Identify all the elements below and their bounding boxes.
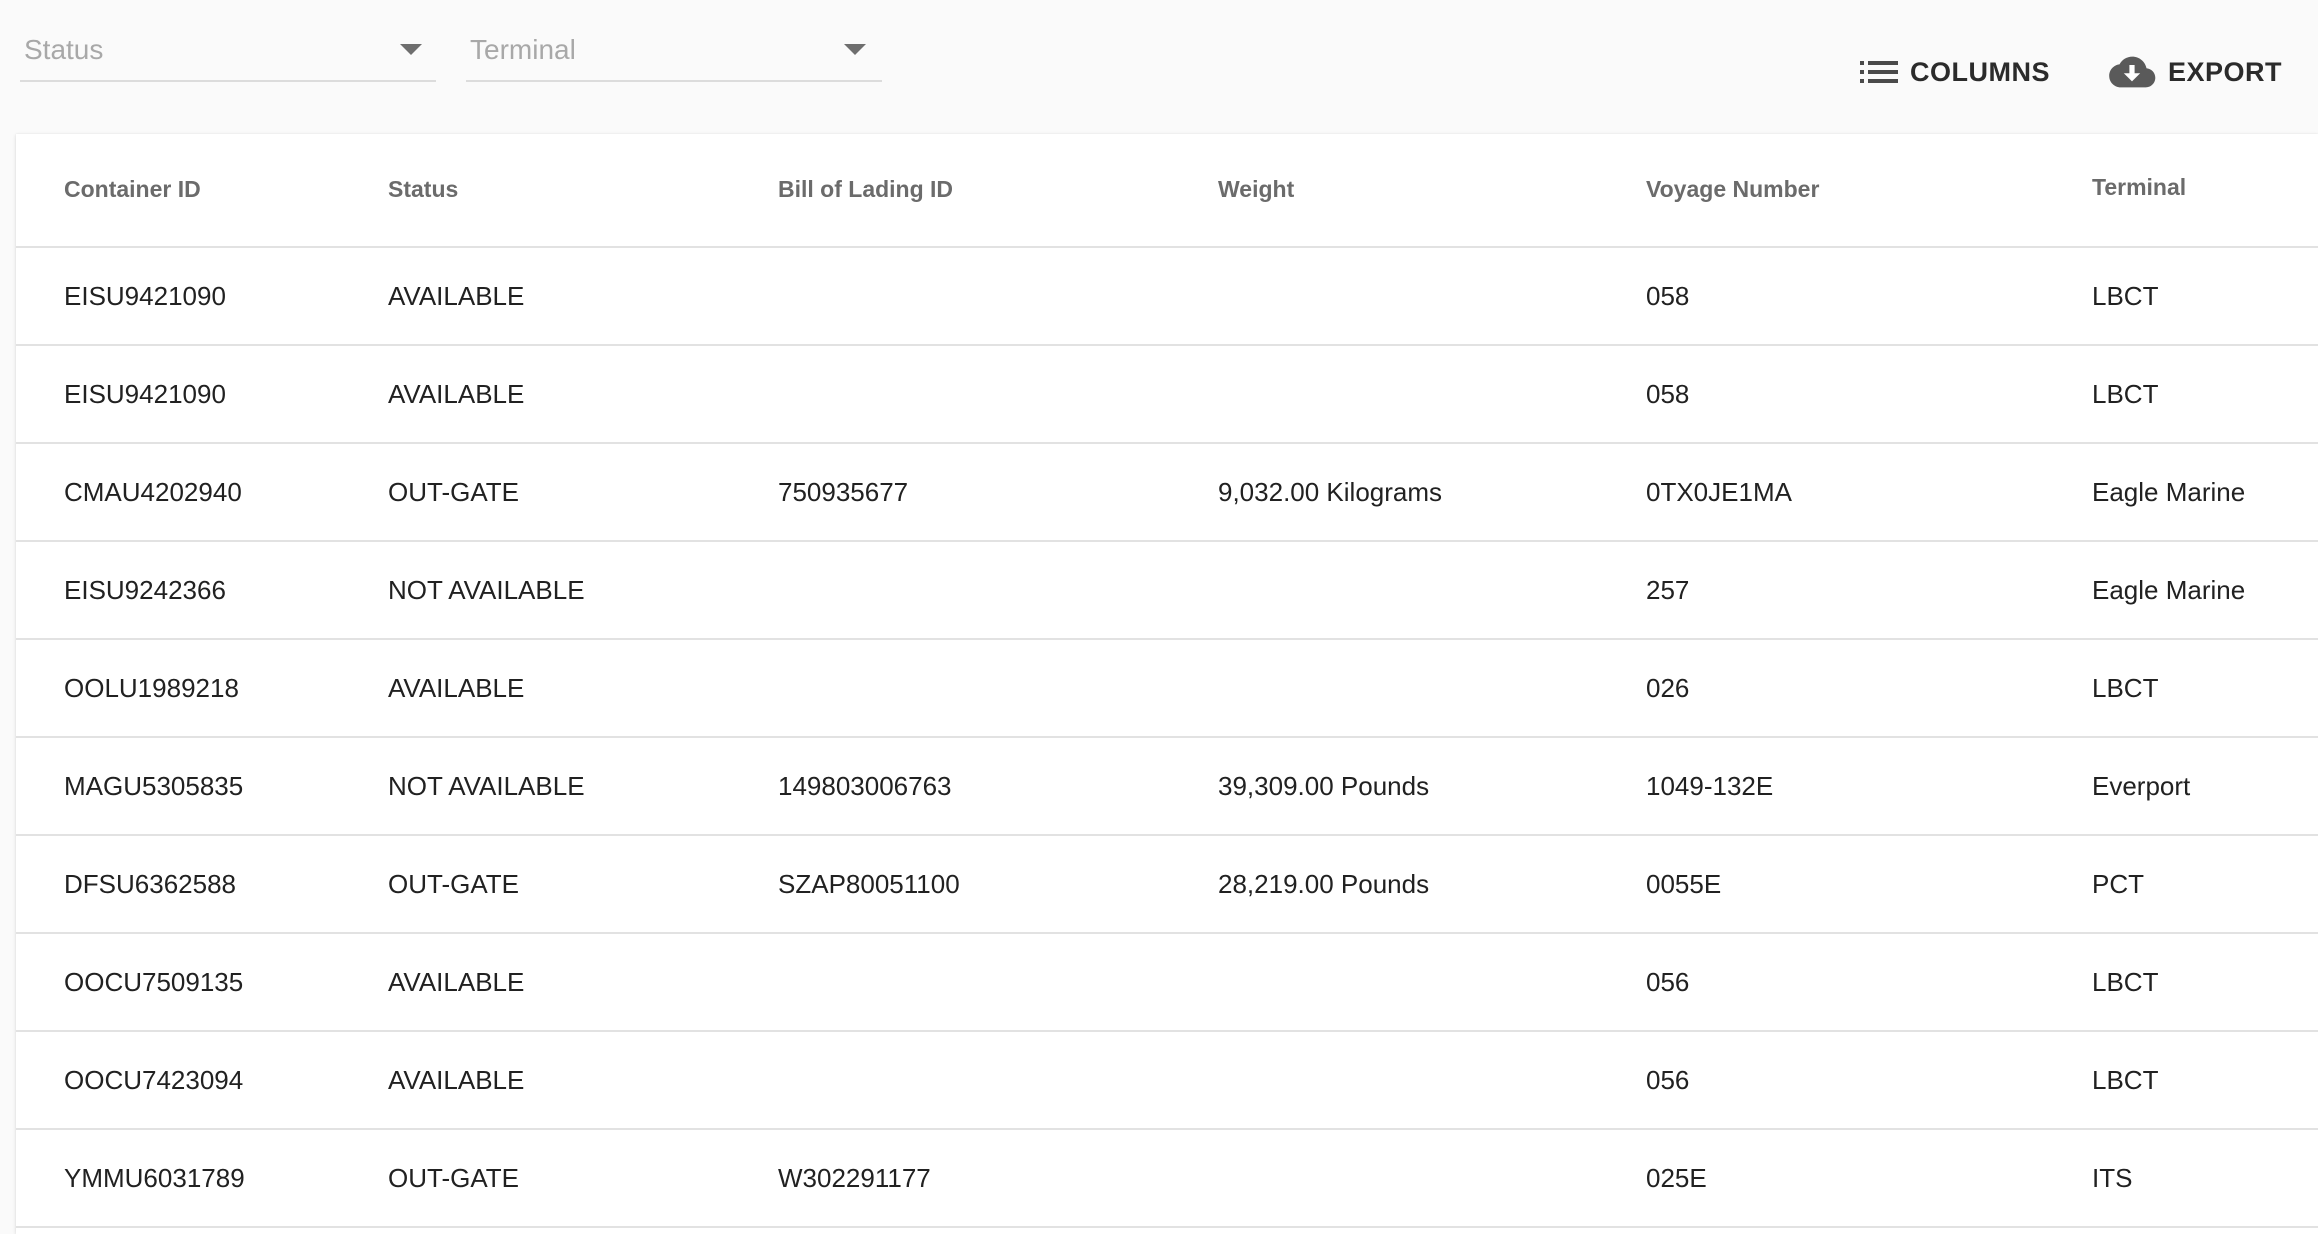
terminal-filter-placeholder: Terminal (470, 34, 576, 65)
column-header-container-id[interactable]: Container ID (64, 176, 201, 203)
chevron-down-icon (400, 44, 422, 55)
table-row[interactable]: EISU9242366 NOT AVAILABLE 257 Eagle Mari… (16, 542, 2318, 640)
cell-terminal: Eagle Marine (2092, 575, 2246, 605)
cell-terminal: LBCT (2092, 379, 2159, 409)
list-icon (1860, 59, 1898, 85)
column-header-status[interactable]: Status (388, 176, 458, 203)
column-header-weight[interactable]: Weight (1218, 176, 1294, 203)
cell-terminal: Eagle Marine (2092, 477, 2246, 507)
cell-bill-of-lading-id: SZAP80051100 (778, 869, 960, 899)
table-toolbar: Status Terminal COLUMNS EXPORT (0, 0, 2318, 134)
cell-terminal: ITS (2092, 1163, 2133, 1193)
table-row[interactable]: OOLU1989218 AVAILABLE 026 LBCT (16, 640, 2318, 738)
cell-terminal: LBCT (2092, 1065, 2159, 1095)
cell-status: NOT AVAILABLE (388, 575, 585, 605)
cell-status: OUT-GATE (388, 1163, 519, 1193)
cell-container-id: EISU9421090 (64, 379, 226, 409)
table-row[interactable]: EISU9421090 AVAILABLE 058 LBCT (16, 248, 2318, 346)
cell-container-id: EISU9242366 (64, 575, 226, 605)
cell-status: NOT AVAILABLE (388, 771, 585, 801)
columns-button-label: COLUMNS (1910, 56, 2050, 87)
status-filter-select[interactable]: Status (20, 18, 436, 82)
cell-container-id: YMMU6031789 (64, 1163, 245, 1193)
terminal-filter-select[interactable]: Terminal (466, 18, 882, 82)
table-row[interactable]: OOCU7509135 AVAILABLE 056 LBCT (16, 934, 2318, 1032)
cell-terminal: PCT (2092, 869, 2144, 899)
cell-weight: 9,032.00 Kilograms (1218, 477, 1443, 507)
status-filter-placeholder: Status (24, 34, 104, 65)
cell-voyage-number: 0055E (1646, 869, 1722, 899)
cell-status: AVAILABLE (388, 379, 525, 409)
cell-status: AVAILABLE (388, 1065, 525, 1095)
cell-terminal: LBCT (2092, 967, 2159, 997)
cell-terminal: LBCT (2092, 673, 2159, 703)
export-button-label: EXPORT (2168, 56, 2283, 87)
cell-voyage-number: 056 (1646, 1065, 1690, 1095)
cell-container-id: MAGU5305835 (64, 771, 244, 801)
cell-status: OUT-GATE (388, 477, 519, 507)
cell-voyage-number: 1049-132E (1646, 771, 1774, 801)
table-row[interactable]: CMAU4202940 OUT-GATE 750935677 9,032.00 … (16, 444, 2318, 542)
cell-container-id: CMAU4202940 (64, 477, 242, 507)
cell-container-id: OOLU1989218 (64, 673, 239, 703)
cell-status: AVAILABLE (388, 281, 525, 311)
cloud-download-icon (2108, 55, 2156, 89)
cell-voyage-number: 257 (1646, 575, 1690, 605)
cell-bill-of-lading-id: W302291177 (778, 1163, 931, 1193)
export-button[interactable]: EXPORT (2108, 46, 2282, 98)
cell-voyage-number: 0TX0JE1MA (1646, 477, 1792, 507)
table-row[interactable]: MAGU5305835 NOT AVAILABLE 149803006763 3… (16, 738, 2318, 836)
cell-terminal: LBCT (2092, 281, 2159, 311)
cell-voyage-number: 026 (1646, 673, 1690, 703)
cell-voyage-number: 025E (1646, 1163, 1707, 1193)
cell-bill-of-lading-id: 750935677 (778, 477, 909, 507)
cell-terminal: Everport (2092, 771, 2191, 801)
column-header-voyage-number[interactable]: Voyage Number (1646, 176, 1819, 203)
table-row[interactable]: DFSU6362588 OUT-GATE SZAP80051100 28,219… (16, 836, 2318, 934)
containers-table: Container ID Status Bill of Lading ID We… (16, 134, 2318, 1234)
columns-button[interactable]: COLUMNS (1860, 46, 2050, 98)
cell-voyage-number: 056 (1646, 967, 1690, 997)
cell-container-id: DFSU6362588 (64, 869, 236, 899)
cell-status: OUT-GATE (388, 869, 519, 899)
chevron-down-icon (844, 44, 866, 55)
cell-weight: 28,219.00 Pounds (1218, 869, 1430, 899)
cell-voyage-number: 058 (1646, 281, 1690, 311)
cell-container-id: OOCU7509135 (64, 967, 244, 997)
cell-container-id: EISU9421090 (64, 281, 226, 311)
cell-status: AVAILABLE (388, 967, 525, 997)
cell-bill-of-lading-id: 149803006763 (778, 771, 952, 801)
column-header-terminal[interactable]: Terminal (2092, 174, 2186, 201)
cell-status: AVAILABLE (388, 673, 525, 703)
table-row[interactable]: OOCU7423094 AVAILABLE 056 LBCT (16, 1032, 2318, 1130)
cell-weight: 39,309.00 Pounds (1218, 771, 1430, 801)
column-header-bill-of-lading-id[interactable]: Bill of Lading ID (778, 176, 953, 203)
cell-voyage-number: 058 (1646, 379, 1690, 409)
cell-container-id: OOCU7423094 (64, 1065, 244, 1095)
table-row[interactable]: EISU9421090 AVAILABLE 058 LBCT (16, 346, 2318, 444)
table-row[interactable]: YMMU6031789 OUT-GATE W302291177 025E ITS (16, 1130, 2318, 1228)
table-header-row: Container ID Status Bill of Lading ID We… (16, 134, 2318, 248)
